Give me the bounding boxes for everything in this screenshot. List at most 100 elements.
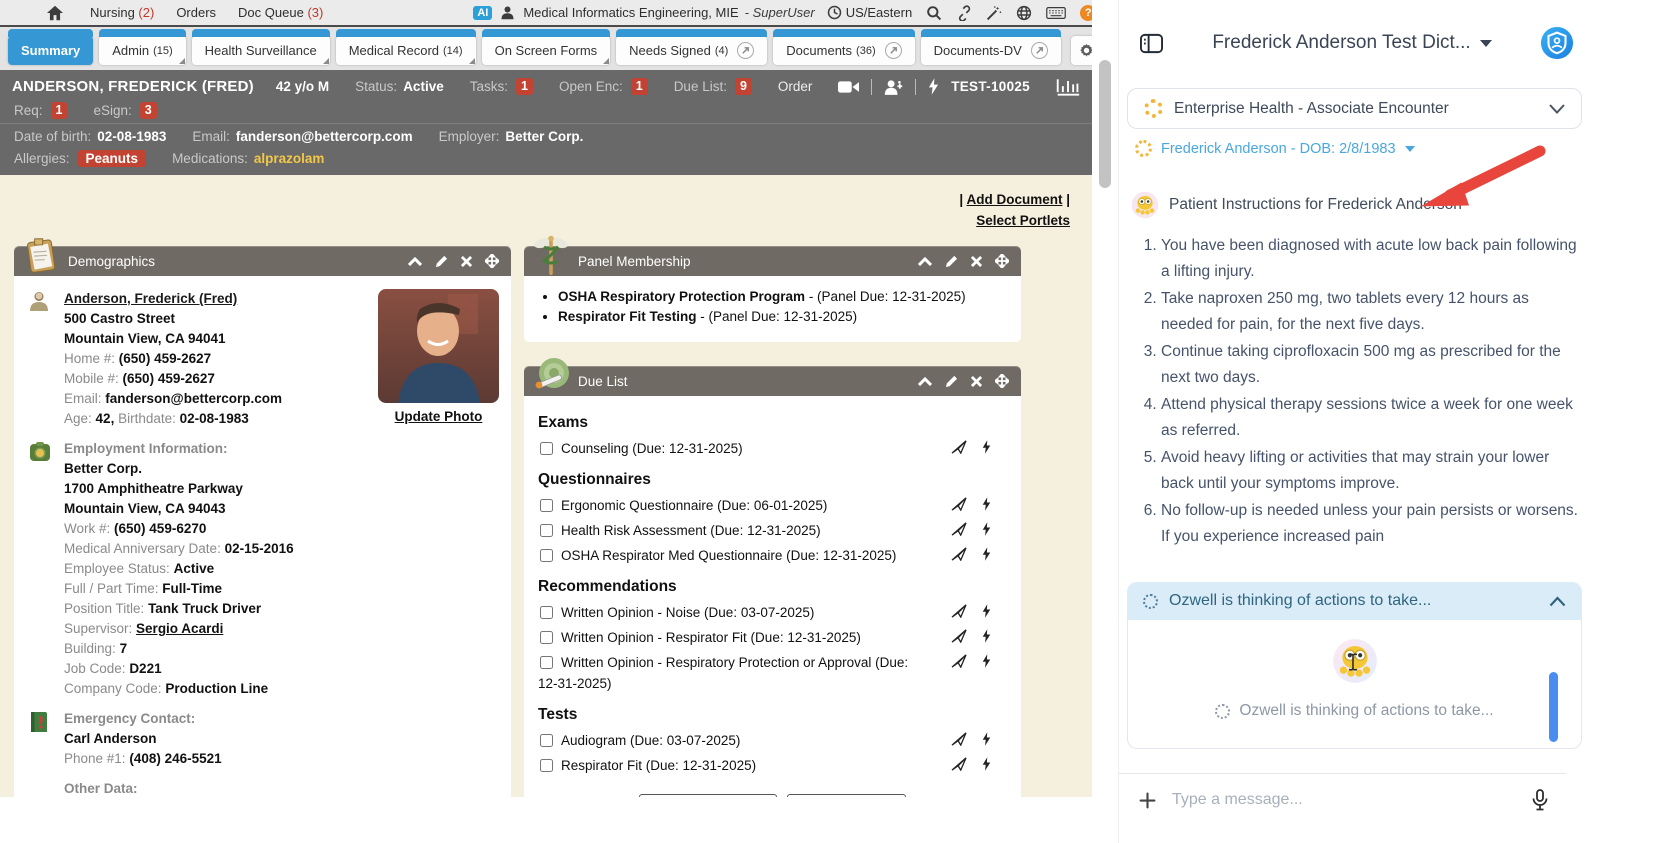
external-link-icon[interactable]	[1030, 42, 1048, 59]
esign-count-badge[interactable]: 3	[139, 101, 157, 119]
close-icon[interactable]	[461, 255, 472, 267]
collapse-icon[interactable]	[918, 256, 932, 266]
tab-summary[interactable]: Summary	[8, 29, 94, 65]
due-item-checkbox[interactable]	[540, 442, 553, 455]
send-icon[interactable]	[951, 654, 967, 668]
select-portlets-link[interactable]: Select Portlets	[976, 213, 1070, 228]
bolt-icon[interactable]	[982, 497, 991, 511]
tab-admin[interactable]: Admin (15)	[99, 29, 187, 65]
tab-settings-gears-icon[interactable]	[1070, 36, 1092, 65]
add-document-link[interactable]: Add Document	[966, 192, 1062, 207]
tab-health-surveillance[interactable]: Health Surveillance	[191, 29, 330, 65]
due-item-checkbox[interactable]	[540, 656, 553, 669]
due-item-checkbox[interactable]	[540, 734, 553, 747]
bolt-icon[interactable]	[982, 757, 991, 771]
tab-documents[interactable]: Documents (36)	[773, 29, 915, 65]
due-item-row: OSHA Respirator Med Questionnaire (Due: …	[538, 543, 1007, 568]
bolt-icon[interactable]	[982, 604, 991, 618]
edit-icon[interactable]	[435, 255, 448, 268]
microphone-icon[interactable]	[1532, 789, 1548, 811]
patient-name-link[interactable]: Anderson, Frederick (Fred)	[64, 291, 237, 306]
nav-orders[interactable]: Orders	[176, 5, 216, 20]
bolt-icon[interactable]	[928, 78, 939, 95]
patient-context-link[interactable]: Frederick Anderson - DOB: 2/8/1983	[1135, 140, 1582, 157]
order-link[interactable]: Order	[778, 79, 813, 94]
email-label: Email:	[192, 128, 230, 144]
send-icon[interactable]	[951, 604, 967, 618]
tab-on-screen-forms[interactable]: On Screen Forms	[481, 29, 611, 65]
panel-scrollbar[interactable]	[1549, 672, 1558, 742]
due-item-checkbox[interactable]	[540, 606, 553, 619]
keyboard-icon[interactable]	[1046, 6, 1067, 20]
external-link-icon[interactable]	[884, 42, 902, 59]
perform-orders-button[interactable]: Perform Orders	[786, 794, 906, 797]
send-icon[interactable]	[951, 522, 967, 536]
due-item-checkbox[interactable]	[540, 499, 553, 512]
allergy-badge[interactable]: Peanuts	[77, 149, 147, 167]
ozwell-logo-icon[interactable]	[1540, 26, 1574, 60]
edit-icon[interactable]	[945, 255, 958, 268]
send-icon[interactable]	[951, 440, 967, 454]
bolt-icon[interactable]	[982, 547, 991, 561]
collapse-icon[interactable]	[408, 256, 422, 266]
tab-needs-signed[interactable]: Needs Signed (4)	[616, 29, 768, 65]
tasks-count-badge[interactable]: 1	[515, 78, 533, 95]
tab-medical-record[interactable]: Medical Record (14)	[335, 29, 476, 65]
req-label: Req:	[14, 102, 43, 118]
due-list-count-badge[interactable]: 9	[734, 78, 752, 95]
supervisor-link[interactable]: Sergio Acardi	[136, 621, 223, 636]
move-icon[interactable]	[995, 254, 1009, 268]
video-call-icon[interactable]	[838, 80, 860, 94]
link-icon[interactable]	[956, 4, 972, 21]
scrollbar-thumb[interactable]	[1099, 60, 1111, 188]
main-scrollbar[interactable]	[1092, 0, 1118, 843]
chevron-up-icon[interactable]	[1549, 595, 1566, 607]
open-enc-count-badge[interactable]: 1	[630, 78, 648, 95]
shell-thermometer-icon	[532, 355, 572, 395]
close-icon[interactable]	[971, 375, 982, 387]
req-count-badge[interactable]: 1	[50, 101, 68, 119]
due-item-checkbox[interactable]	[540, 759, 553, 772]
add-user-icon[interactable]	[884, 79, 903, 95]
move-icon[interactable]	[485, 254, 499, 268]
move-icon[interactable]	[995, 374, 1009, 388]
send-icon[interactable]	[951, 547, 967, 561]
encounter-selector[interactable]: Enterprise Health - Associate Encounter	[1127, 88, 1582, 129]
send-icon[interactable]	[951, 497, 967, 511]
edit-icon[interactable]	[945, 375, 958, 388]
due-item-checkbox[interactable]	[540, 631, 553, 644]
sidebar-toggle-icon[interactable]	[1139, 32, 1164, 55]
collapse-icon[interactable]	[918, 376, 932, 386]
help-icon[interactable]: ?	[1080, 4, 1092, 21]
nav-doc-queue[interactable]: Doc Queue (3)	[238, 5, 323, 20]
close-icon[interactable]	[971, 255, 982, 267]
bolt-icon[interactable]	[982, 522, 991, 536]
bolt-icon[interactable]	[982, 440, 991, 454]
update-photo-link[interactable]: Update Photo	[395, 407, 483, 427]
bolt-icon[interactable]	[982, 654, 991, 668]
send-icon[interactable]	[951, 732, 967, 746]
due-item-checkbox[interactable]	[540, 524, 553, 537]
instruction-item: Avoid heavy lifting or activities that m…	[1161, 445, 1580, 497]
add-attachment-icon[interactable]	[1139, 792, 1156, 809]
wand-icon[interactable]	[986, 5, 1002, 21]
globe-icon[interactable]	[1016, 5, 1032, 21]
requisition-orders-button[interactable]: Requisition Orders	[639, 794, 777, 797]
home-icon[interactable]	[46, 5, 64, 21]
due-item-checkbox[interactable]	[540, 549, 553, 562]
tab-documents-dv[interactable]: Documents-DV	[920, 29, 1061, 65]
bolt-icon[interactable]	[982, 629, 991, 643]
send-icon[interactable]	[951, 757, 967, 771]
ai-badge[interactable]: AI	[473, 5, 493, 20]
nav-nursing[interactable]: Nursing (2)	[90, 5, 154, 20]
message-input[interactable]	[1172, 791, 1516, 809]
medication-value[interactable]: alprazolam	[254, 151, 325, 166]
conversation-title-dropdown[interactable]: Frederick Anderson Test Dict...	[1164, 32, 1540, 54]
bolt-icon[interactable]	[982, 732, 991, 746]
chart-stats-icon[interactable]	[1056, 78, 1080, 96]
clock-icon[interactable]	[827, 5, 842, 20]
thinking-banner[interactable]: Ozwell is thinking of actions to take...	[1127, 582, 1582, 620]
send-icon[interactable]	[951, 629, 967, 643]
external-link-icon[interactable]	[737, 42, 755, 59]
search-icon[interactable]	[926, 5, 942, 21]
